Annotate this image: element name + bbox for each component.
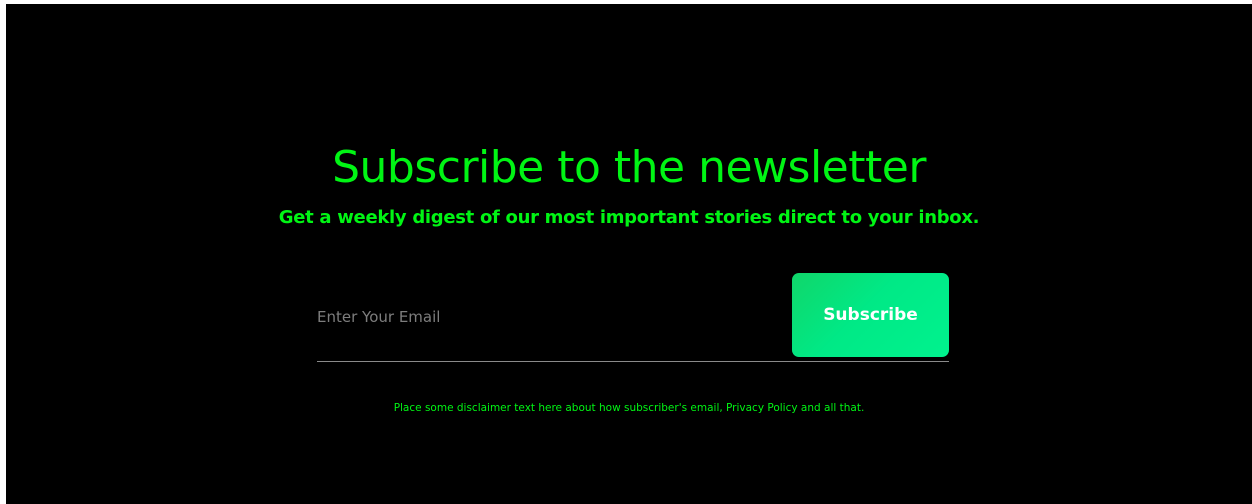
- newsletter-section: Subscribe to the newsletter Get a weekly…: [6, 4, 1252, 504]
- subscribe-button[interactable]: Subscribe: [792, 273, 949, 357]
- newsletter-page: Subscribe to the newsletter Get a weekly…: [6, 4, 1252, 504]
- subscribe-form: Subscribe: [317, 273, 949, 363]
- disclaimer-text: Place some disclaimer text here about ho…: [393, 402, 865, 414]
- newsletter-subtitle: Get a weekly digest of our most importan…: [278, 207, 980, 228]
- newsletter-title: Subscribe to the newsletter: [332, 142, 926, 193]
